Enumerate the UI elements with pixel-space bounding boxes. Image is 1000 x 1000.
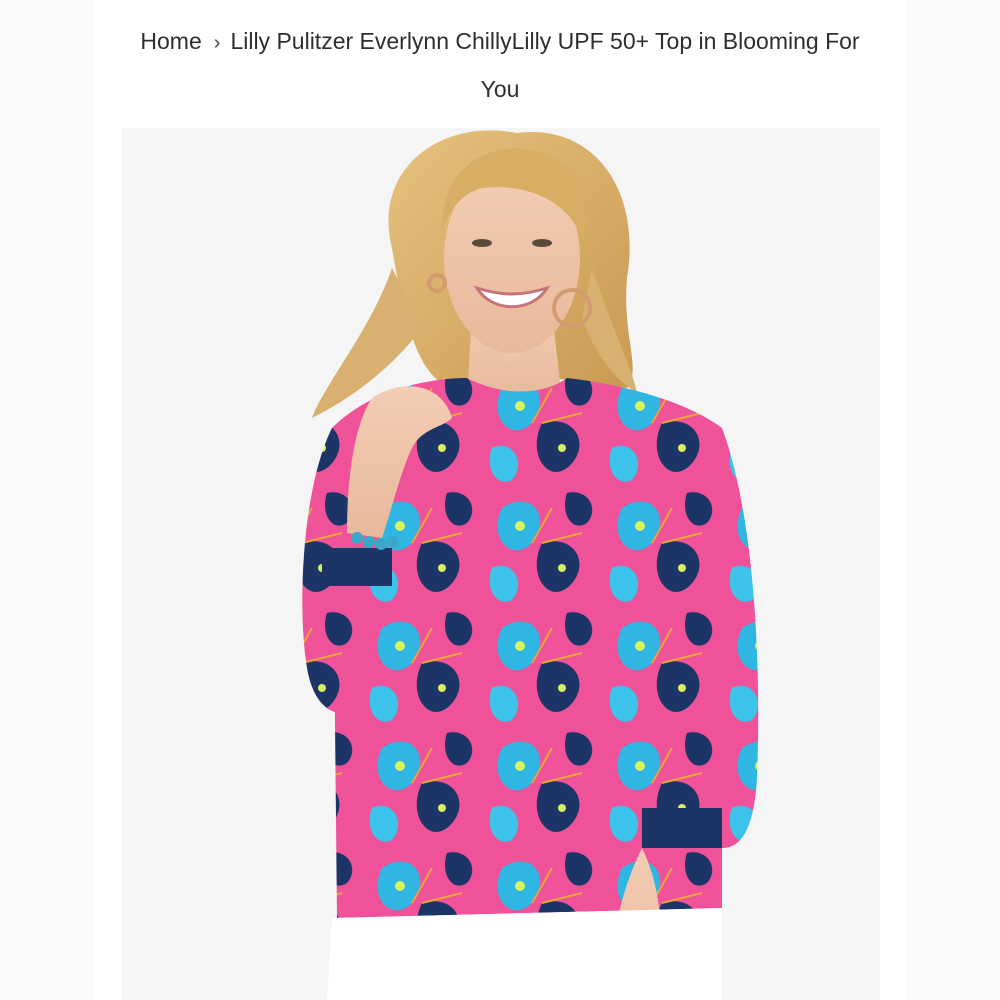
breadcrumb-home-link[interactable]: Home — [140, 28, 201, 54]
breadcrumb-separator-icon: › — [213, 32, 221, 54]
product-image[interactable] — [122, 128, 880, 1000]
product-photo — [122, 128, 880, 1000]
breadcrumb: Home › Lilly Pulitzer Everlynn ChillyLilly… — [130, 18, 870, 112]
page-gutter-right — [906, 0, 1000, 1000]
breadcrumb-current-page: Lilly Pulitzer Everlynn ChillyLilly UPF … — [230, 28, 860, 102]
page-gutter-left — [0, 0, 94, 1000]
